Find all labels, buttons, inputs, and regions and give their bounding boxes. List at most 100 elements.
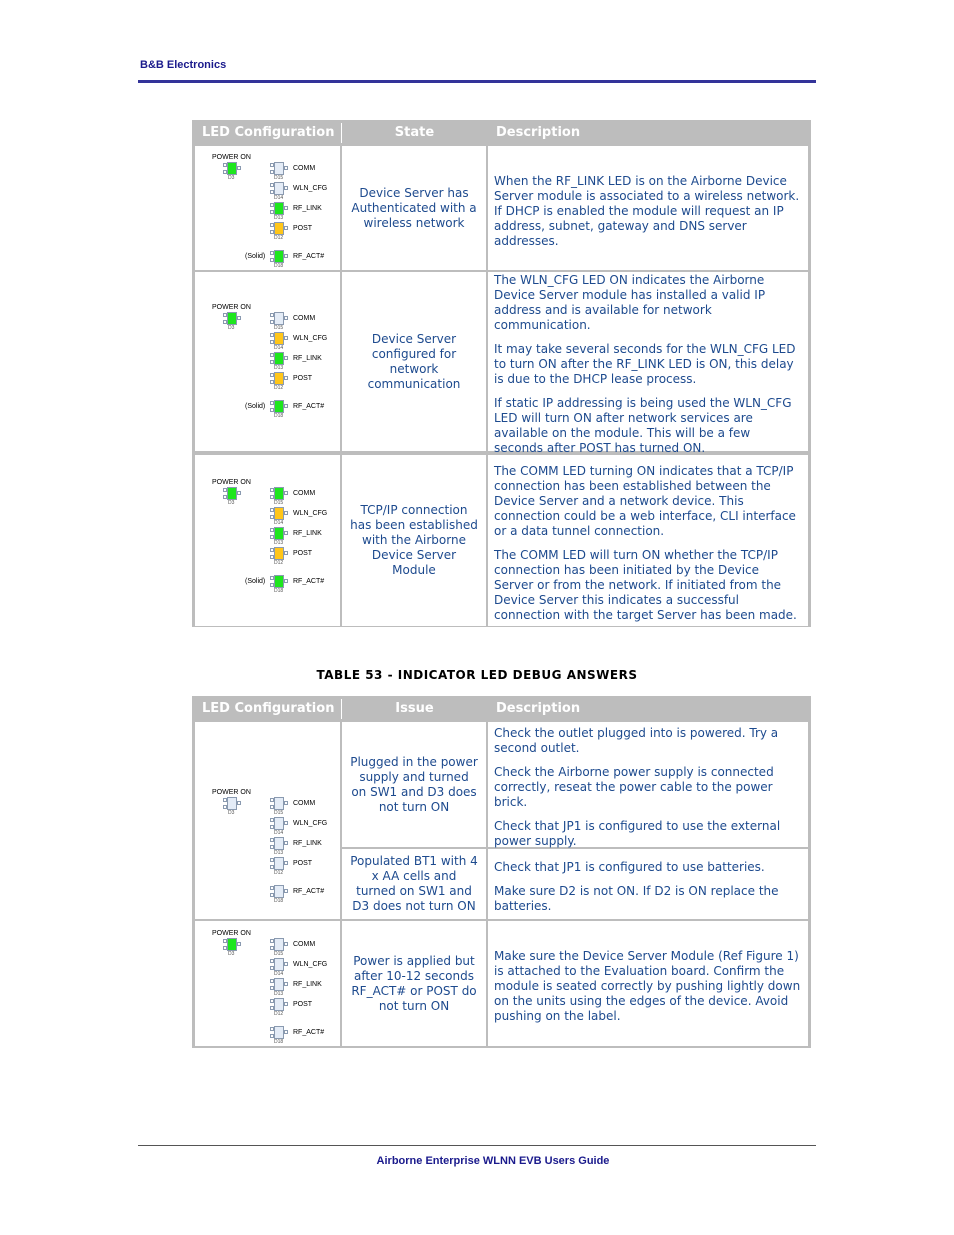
led-pin xyxy=(284,841,288,845)
led-ref: D13 xyxy=(274,540,284,546)
issue-cell: Populated BT1 with 4 x AA cells and turn… xyxy=(342,849,486,919)
led-pin xyxy=(270,548,274,552)
led-pin xyxy=(270,865,274,869)
col-header-description: Description xyxy=(496,701,581,716)
description-paragraph: Check that JP1 is configured to use the … xyxy=(494,819,781,848)
led-pin xyxy=(270,488,274,492)
led-rf-act xyxy=(274,575,284,588)
led-ref: D12 xyxy=(274,385,284,391)
led-pin xyxy=(270,979,274,983)
led-pin xyxy=(270,845,274,849)
led-rf-link xyxy=(274,527,284,540)
led-pin xyxy=(270,893,274,897)
col-header-led-config: LED Configuration xyxy=(202,125,335,140)
led-pin xyxy=(270,508,274,512)
led-pin xyxy=(284,861,288,865)
led-pin xyxy=(223,313,227,317)
led-wln-cfg xyxy=(274,332,284,345)
description-cell: When the RF_LINK LED is on the Airborne … xyxy=(488,146,808,270)
led-pin xyxy=(270,966,274,970)
led-pin xyxy=(270,1034,274,1038)
led-pin xyxy=(270,353,274,357)
led-pin xyxy=(223,170,227,174)
led-label: RF_LINK xyxy=(293,840,322,847)
led-label: RF_ACT# xyxy=(293,1029,325,1036)
led-ref: D12 xyxy=(274,870,284,876)
led-label: COMM xyxy=(293,941,316,948)
led-label: RF_LINK xyxy=(293,355,322,362)
led-ref: D18 xyxy=(274,413,284,419)
state-cell: Device Server has Authenticated with a w… xyxy=(342,146,486,270)
led-wln-cfg xyxy=(274,507,284,520)
led-pin xyxy=(284,336,288,340)
led-pin xyxy=(284,579,288,583)
led-pin xyxy=(270,495,274,499)
led-ref: D12 xyxy=(274,560,284,566)
led-pin xyxy=(270,583,274,587)
led-config-cell: POWER ON D3 COMM D15 WLN_CFG D14 RF_LINK D13 POS… xyxy=(195,146,340,270)
led-comm xyxy=(274,162,284,175)
led-pin xyxy=(270,805,274,809)
led-label: POST xyxy=(293,1001,313,1008)
led-pin xyxy=(284,316,288,320)
led-post xyxy=(274,857,284,870)
led-pin xyxy=(270,535,274,539)
led-label: POST xyxy=(293,860,313,867)
led-pin xyxy=(270,999,274,1003)
led-pin xyxy=(270,401,274,405)
led-ref: D15 xyxy=(274,810,284,816)
led-ref: D18 xyxy=(274,588,284,594)
led-ref: D14 xyxy=(274,345,284,351)
led-rf-link xyxy=(274,202,284,215)
led-ref: D15 xyxy=(274,500,284,506)
led-pin xyxy=(270,886,274,890)
led-pin xyxy=(284,551,288,555)
led-label: RF_LINK xyxy=(293,205,322,212)
led-pin xyxy=(284,982,288,986)
led-pin xyxy=(223,805,227,809)
led-pin xyxy=(223,946,227,950)
description-cell: Make sure the Device Server Module (Ref … xyxy=(488,921,808,1046)
led-pin xyxy=(270,380,274,384)
col-header-description: Description xyxy=(496,125,581,140)
led-pin xyxy=(223,320,227,324)
description-paragraph: When the RF_LINK LED is on the Airborne … xyxy=(494,173,800,248)
led-ref: D14 xyxy=(274,195,284,201)
led-label: COMM xyxy=(293,315,316,322)
led-pin xyxy=(270,798,274,802)
led-label: RF_LINK xyxy=(293,981,322,988)
led-label: WLN_CFG xyxy=(293,335,328,342)
led-diagram: POWER ON D3 COMM D15 WLN_CFG D14 RF_LINK D13 POS… xyxy=(195,147,340,271)
led-d3 xyxy=(227,487,237,500)
led-ref: D3 xyxy=(228,810,235,816)
led-label: RF_ACT# xyxy=(293,578,325,585)
led-label: WLN_CFG xyxy=(293,820,328,827)
led-pin xyxy=(270,170,274,174)
led-ref: D13 xyxy=(274,215,284,221)
led-pin xyxy=(270,515,274,519)
led-pin xyxy=(270,163,274,167)
led-rf-act xyxy=(274,885,284,898)
led-d3 xyxy=(227,162,237,175)
led-diagram: POWER ON D3 COMM D15 WLN_CFG D14 RF_LINK D13 POS… xyxy=(195,923,340,1048)
led-ref: D12 xyxy=(274,1011,284,1017)
led-ref: D3 xyxy=(228,951,235,957)
led-pin xyxy=(284,376,288,380)
description-paragraph: Make sure D2 is not ON. If D2 is ON repl… xyxy=(494,884,779,913)
led-state-table: LED Configuration State Description POWE… xyxy=(192,120,811,627)
description-cell: Check the outlet plugged into is powered… xyxy=(488,722,808,848)
led-pin xyxy=(284,1002,288,1006)
led-label: RF_ACT# xyxy=(293,253,325,260)
led-wln-cfg xyxy=(274,817,284,830)
led-pin xyxy=(270,858,274,862)
led-label: RF_ACT# xyxy=(293,403,325,410)
state-text: TCP/IP connection has been established w… xyxy=(350,503,478,577)
led-label: WLN_CFG xyxy=(293,510,328,517)
led-d3 xyxy=(227,312,237,325)
led-ref: D14 xyxy=(274,830,284,836)
led-pin xyxy=(270,320,274,324)
state-cell: TCP/IP connection has been established w… xyxy=(342,455,486,626)
led-label: RF_ACT# xyxy=(293,888,325,895)
state-text: Device Server has Authenticated with a w… xyxy=(351,185,477,230)
led-pin xyxy=(270,360,274,364)
